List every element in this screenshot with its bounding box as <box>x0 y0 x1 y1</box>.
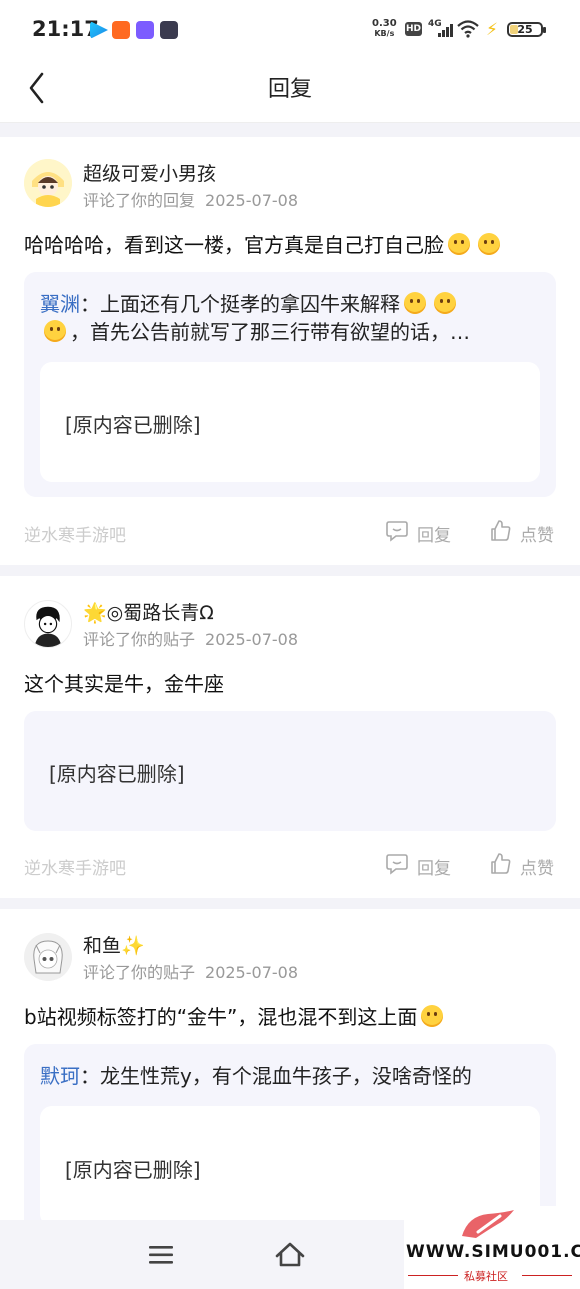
quoted-reply[interactable]: 翼渊：上面还有几个挺孝的拿囚牛来解释 ，首先公告前就写了那三行带有欲望的话，… … <box>24 272 556 497</box>
comment-text: 这个其实是牛，金牛座 <box>24 672 224 696</box>
comment-text: 哈哈哈哈，看到这一楼，官方真是自己打自己脸 <box>24 233 444 257</box>
action-text: 评论了你的贴子 <box>83 963 196 982</box>
reply-card[interactable]: 超级可爱小男孩 评论了你的回复 2025-07-08 哈哈哈哈，看到这一楼，官方真… <box>0 137 580 565</box>
watermark: WWW.SIMU001.CN 私募社区 <box>404 1206 580 1289</box>
username[interactable]: 🌟◎蜀路长青Ω <box>83 598 214 625</box>
quoted-text: 翼渊：上面还有几个挺孝的拿囚牛来解释 ，首先公告前就写了那三行带有欲望的话，… <box>40 290 540 346</box>
app-notification-icon-1 <box>90 21 108 39</box>
top-header: 回复 <box>0 60 580 123</box>
comment-date: 2025-07-08 <box>205 191 298 210</box>
emoji-icon <box>434 292 456 314</box>
covering-mouth-emoji-icon <box>448 233 470 255</box>
app-notification-icon-4 <box>160 21 178 39</box>
thumbs-up-icon <box>491 853 511 874</box>
forum-name[interactable]: 逆水寒手游吧 <box>24 521 126 546</box>
battery-level: 25 <box>517 23 533 36</box>
username[interactable]: 和鱼✨ <box>83 931 145 958</box>
emoji-icon <box>404 292 426 314</box>
quoted-username[interactable]: 翼渊 <box>40 292 80 316</box>
smile-emoji-icon <box>421 1005 444 1027</box>
comment-meta: 评论了你的贴子 2025-07-08 <box>83 959 298 983</box>
status-time: 21:17 <box>32 17 99 41</box>
simu-logo-icon <box>462 1210 514 1238</box>
comment-meta: 评论了你的贴子 2025-07-08 <box>83 626 298 650</box>
network-speed: 0.30 KB/s <box>372 18 397 39</box>
page-title: 回复 <box>267 77 312 102</box>
avatar[interactable] <box>24 600 72 648</box>
username[interactable]: 超级可爱小男孩 <box>83 159 216 186</box>
reply-card[interactable]: 🌟◎蜀路长青Ω 评论了你的贴子 2025-07-08 这个其实是牛，金牛座 [原内… <box>0 576 580 898</box>
action-text: 评论了你的贴子 <box>83 630 196 649</box>
reply-card[interactable]: 和鱼✨ 评论了你的贴子 2025-07-08 b站视频标签打的“金牛”，混也混不到… <box>0 909 580 1244</box>
quoted-line-1: ：龙生性荒y，有个混血牛孩子，没啥奇怪的 <box>80 1064 472 1088</box>
like-label: 点赞 <box>520 859 554 879</box>
original-content-box[interactable]: [原内容已删除] <box>24 711 556 831</box>
home-icon[interactable] <box>274 1240 306 1268</box>
status-bar: 21:17 0.30 KB/s HD 4G ⚡ 25 <box>0 0 580 60</box>
comment-icon <box>386 854 408 875</box>
charging-icon: ⚡ <box>486 20 498 40</box>
covering-mouth-emoji-icon <box>478 233 500 255</box>
avatar[interactable] <box>24 933 72 981</box>
deleted-notice: [原内容已删除] <box>49 762 185 786</box>
reply-label: 回复 <box>417 526 451 546</box>
quoted-line-1: ：上面还有几个挺孝的拿囚牛来解释 <box>80 292 400 316</box>
app-notification-icon-2 <box>112 21 130 39</box>
app-notification-icon-3 <box>136 21 154 39</box>
comment-content[interactable]: 哈哈哈哈，看到这一楼，官方真是自己打自己脸 <box>24 229 560 258</box>
watermark-url: WWW.SIMU001.CN <box>406 1242 580 1262</box>
forum-name[interactable]: 逆水寒手游吧 <box>24 854 126 879</box>
quoted-text: 默珂：龙生性荒y，有个混血牛孩子，没啥奇怪的 <box>40 1062 540 1090</box>
watermark-subtitle: 私募社区 <box>464 1270 508 1283</box>
emoji-icon <box>44 320 66 342</box>
quoted-username[interactable]: 默珂 <box>40 1064 80 1088</box>
wifi-icon <box>457 20 479 38</box>
comment-date: 2025-07-08 <box>205 963 298 982</box>
deleted-notice: [原内容已删除] <box>65 413 201 437</box>
comment-text: b站视频标签打的“金牛”，混也混不到这上面 <box>24 1005 418 1029</box>
comment-icon <box>386 521 408 542</box>
like-label: 点赞 <box>520 526 554 546</box>
avatar[interactable] <box>24 159 72 207</box>
hd-icon: HD <box>405 22 422 36</box>
comment-content[interactable]: b站视频标签打的“金牛”，混也混不到这上面 <box>24 1001 560 1030</box>
reply-label: 回复 <box>417 859 451 879</box>
deleted-notice: [原内容已删除] <box>65 1158 201 1182</box>
comment-content[interactable]: 这个其实是牛，金牛座 <box>24 668 560 697</box>
battery-icon: 25 <box>507 22 546 37</box>
menu-icon[interactable] <box>148 1244 174 1266</box>
quoted-line-2: ，首先公告前就写了那三行带有欲望的话，… <box>70 320 470 344</box>
original-content-box[interactable]: [原内容已删除] <box>40 362 540 482</box>
thumbs-up-icon <box>491 520 511 541</box>
network-type: 4G <box>428 19 442 29</box>
comment-meta: 评论了你的回复 2025-07-08 <box>83 187 298 211</box>
comment-date: 2025-07-08 <box>205 630 298 649</box>
action-text: 评论了你的回复 <box>83 191 196 210</box>
